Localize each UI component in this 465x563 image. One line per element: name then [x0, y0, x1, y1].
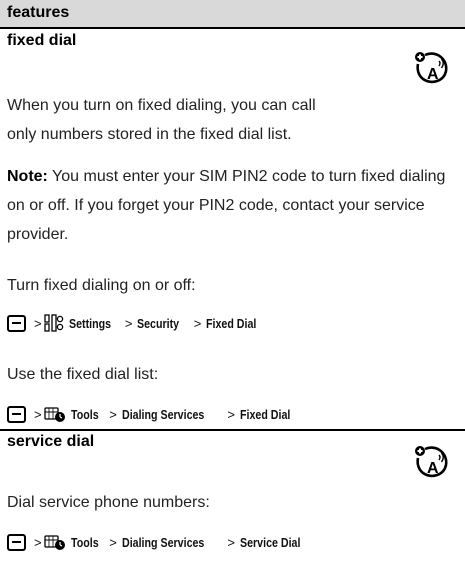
tools-icon: [43, 535, 65, 550]
path-separator: >: [227, 406, 235, 422]
fixed-dial-intro: When you turn on fixed dialing, you can …: [7, 97, 316, 143]
path-separator: >: [34, 534, 42, 550]
menu-path-settings: > Settings > Security > Fixed Dial: [7, 312, 268, 334]
note-text: You must enter your SIM PIN2 code to tur…: [7, 168, 446, 243]
section-divider: [0, 429, 465, 431]
path-item-fixed-dial: Fixed Dial: [206, 315, 257, 331]
table-header: features: [0, 0, 465, 27]
path-separator: >: [34, 315, 42, 331]
section-title-fixed-dial: fixed dial: [7, 32, 77, 49]
path-item-security: Security: [137, 315, 180, 331]
path-separator: >: [109, 534, 117, 550]
menu-path-tools-fixed-dial: > Tools > Dialing Services > Fixed Dial: [7, 403, 301, 425]
tools-icon: [43, 407, 65, 422]
settings-icon: [43, 314, 63, 332]
path-item-tools: Tools: [70, 534, 99, 550]
service-dial-step1: Dial service phone numbers:: [7, 494, 210, 511]
path-item-dialing-services: Dialing Services: [121, 534, 205, 550]
path-item-service-dial: Service Dial: [239, 534, 301, 550]
note-label: Note:: [7, 168, 48, 185]
fixed-dial-note: Note: You must enter your SIM PIN2 code …: [7, 162, 452, 249]
path-separator: >: [193, 315, 202, 331]
path-separator: >: [34, 406, 42, 422]
svg-text:A: A: [427, 460, 439, 477]
network-feature-icon: A: [415, 52, 448, 84]
fixed-dial-step1: Turn fixed dialing on or off:: [7, 277, 196, 294]
fixed-dial-step2: Use the fixed dial list:: [7, 366, 159, 383]
menu-key-icon: [7, 314, 26, 332]
menu-path-tools-service-dial: > Tools > Dialing Services > Service Dia…: [7, 531, 314, 553]
network-feature-icon: A: [415, 446, 448, 478]
path-item-settings: Settings: [68, 315, 111, 331]
header-title: features: [7, 4, 70, 21]
path-item-tools: Tools: [70, 406, 99, 422]
section-title-service-dial: service dial: [7, 433, 95, 450]
path-separator: >: [109, 406, 117, 422]
path-separator: >: [227, 534, 235, 550]
path-item-dialing-services: Dialing Services: [121, 406, 205, 422]
menu-key-icon: [7, 405, 26, 423]
path-separator: >: [124, 315, 133, 331]
path-item-fixed-dial: Fixed Dial: [239, 406, 291, 422]
svg-text:A: A: [427, 66, 439, 83]
header-rule: [0, 27, 465, 29]
menu-key-icon: [7, 533, 26, 551]
